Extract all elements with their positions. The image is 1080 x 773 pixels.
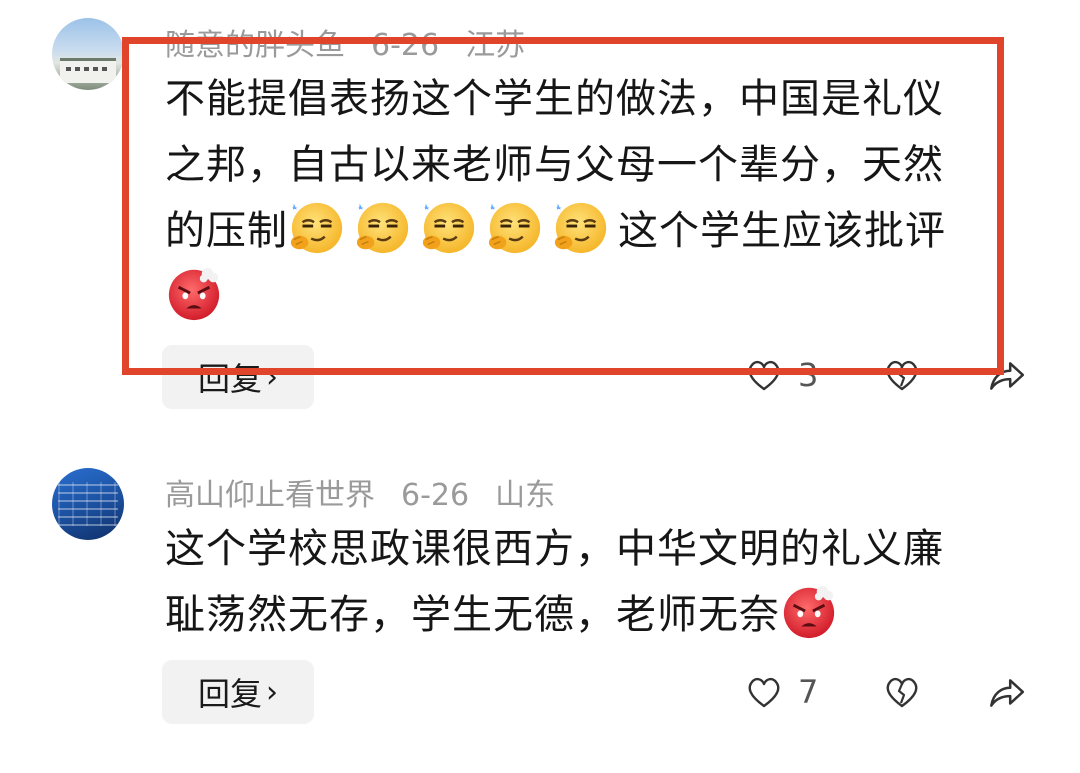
share-icon xyxy=(985,672,1027,714)
heart-icon xyxy=(744,355,784,395)
username[interactable]: 随意的胖头鱼 xyxy=(165,28,345,63)
avatar[interactable] xyxy=(52,18,124,90)
comment-text-segment: 的压制 xyxy=(165,208,288,254)
comment-text-segment: 这个学生应该批评 xyxy=(618,208,946,254)
comment-date: 6-26 xyxy=(371,28,440,63)
reply-label: 回复 xyxy=(197,675,262,713)
angry-face-emoji xyxy=(780,582,838,640)
comment-location: 山东 xyxy=(495,478,556,513)
comment-text: 这个学校思政课很西方，中华文明的礼义廉 耻荡然无存，学生无德，老师无奈 xyxy=(165,516,1005,648)
reply-label: 回复 xyxy=(197,360,262,398)
comment-text: 不能提倡表扬这个学生的做法，中国是礼仪 之邦，自古以来老师与父母一个辈分，天然 … xyxy=(165,66,1005,330)
reply-button[interactable]: 回复 › xyxy=(162,345,314,409)
broken-heart-icon xyxy=(882,672,922,712)
share-button[interactable] xyxy=(985,355,1027,397)
smug-face-emoji xyxy=(552,198,610,256)
chevron-right-icon: › xyxy=(266,359,278,395)
comment-text-line: 不能提倡表扬这个学生的做法，中国是礼仪 xyxy=(165,76,944,122)
comment-text-line: 的压制 这个学生应该批评 xyxy=(165,198,1005,264)
share-button[interactable] xyxy=(985,672,1027,714)
username[interactable]: 高山仰止看世界 xyxy=(165,478,375,513)
comment-text-line xyxy=(165,264,1005,330)
smug-face-emoji xyxy=(288,198,346,256)
like-count: 3 xyxy=(798,356,819,394)
dislike-button[interactable] xyxy=(882,355,922,395)
comment-text-line: 这个学校思政课很西方，中华文明的礼义廉 xyxy=(165,526,944,572)
like-button[interactable]: 7 xyxy=(744,672,818,712)
avatar-image-building xyxy=(60,58,116,83)
angry-face-emoji xyxy=(165,264,223,322)
avatar[interactable] xyxy=(52,468,124,540)
comment-date: 6-26 xyxy=(401,478,470,513)
smug-face-emoji xyxy=(486,198,544,256)
comment-text-segment: 耻荡然无存，学生无德，老师无奈 xyxy=(165,592,780,638)
like-count: 7 xyxy=(798,673,819,711)
comment-text-line: 耻荡然无存，学生无德，老师无奈 xyxy=(165,582,1005,648)
comment-meta: 随意的胖头鱼 6-26 江苏 xyxy=(165,20,525,64)
broken-heart-icon xyxy=(882,355,922,395)
like-button[interactable]: 3 xyxy=(744,355,818,395)
comment-meta: 高山仰止看世界 6-26 山东 xyxy=(165,470,555,514)
smug-face-emoji xyxy=(420,198,478,256)
reply-button[interactable]: 回复 › xyxy=(162,660,314,724)
share-icon xyxy=(985,355,1027,397)
dislike-button[interactable] xyxy=(882,672,922,712)
avatar-image-screen xyxy=(58,482,118,526)
comment-location: 江苏 xyxy=(465,28,526,63)
chevron-right-icon: › xyxy=(266,674,278,710)
smug-face-emoji xyxy=(354,198,412,256)
comment-text-line: 之邦，自古以来老师与父母一个辈分，天然 xyxy=(165,142,944,188)
heart-icon xyxy=(744,672,784,712)
